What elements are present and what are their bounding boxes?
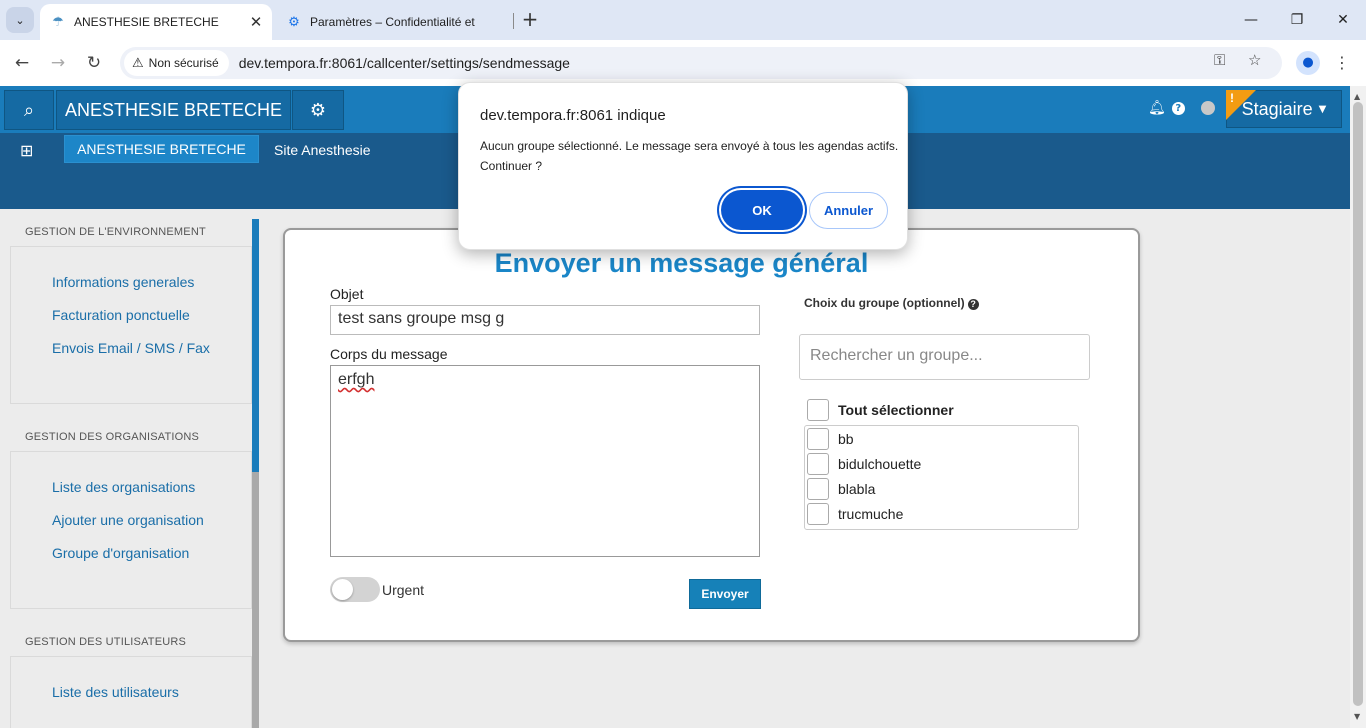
tab-title: Paramètres – Confidentialité et (310, 15, 475, 29)
body-label: Corps du message (330, 346, 448, 362)
sidebar-panel-environment (10, 246, 252, 404)
sidebar-item-envois[interactable]: Envois Email / SMS / Fax (52, 340, 210, 356)
group-choice-text: Choix du groupe (optionnel) (804, 296, 965, 310)
scrollbar-thumb[interactable] (1353, 102, 1363, 706)
sidebar-panel-organisations (10, 451, 252, 609)
sidebar-item-facturation[interactable]: Facturation ponctuelle (52, 307, 190, 323)
browser-address-bar: ← → ↻ ⚠ Non sécurisé dev.tempora.fr:8061… (0, 40, 1366, 86)
select-all-label: Tout sélectionner (838, 402, 954, 418)
sidebar-heading-environment: GESTION DE L'ENVIRONNEMENT (25, 226, 206, 238)
toggle-knob (332, 579, 353, 600)
message-body-text: erfgh (338, 371, 375, 388)
dialog-ok-button[interactable]: OK (721, 190, 803, 230)
restore-icon[interactable]: ❐ (1282, 8, 1312, 32)
group-label-bb: bb (838, 431, 854, 447)
scroll-up-arrow-icon[interactable]: ▲ (1354, 92, 1360, 101)
omnibox[interactable]: ⚠ Non sécurisé dev.tempora.fr:8061/callc… (120, 47, 1282, 79)
sidebar-rail-active (252, 219, 259, 472)
sidebar-item-informations[interactable]: Informations generales (52, 274, 194, 290)
tempora-umbrella-icon: ☂ (52, 14, 64, 29)
send-message-card: Envoyer un message général Objet test sa… (283, 228, 1140, 642)
sidebar-heading-organisations: GESTION DES ORGANISATIONS (25, 431, 200, 443)
sidebar-item-liste-utilisateurs[interactable]: Liste des utilisateurs (52, 684, 179, 700)
group-label-blabla: blabla (838, 481, 876, 497)
url-text[interactable]: dev.tempora.fr:8061/callcenter/settings/… (239, 55, 570, 71)
scroll-down-arrow-icon[interactable]: ▼ (1354, 712, 1360, 721)
select-all-checkbox[interactable] (807, 399, 829, 421)
back-arrow-icon[interactable]: ← (10, 51, 34, 75)
browser-tab-bar: ⌄ ☂ ANESTHESIE BRETECHE ✕ ⚙ Paramètres –… (0, 0, 1366, 40)
group-search-input[interactable]: Rechercher un groupe... (799, 334, 1090, 380)
urgent-label: Urgent (382, 582, 425, 598)
message-body-textarea[interactable]: erfgh (330, 365, 760, 557)
browser-menu-icon[interactable]: ⋮ (1334, 51, 1350, 75)
browser-tab-active[interactable]: ☂ ANESTHESIE BRETECHE ✕ (40, 4, 272, 40)
group-checkbox-trucmuche[interactable] (807, 503, 829, 525)
dialog-cancel-button[interactable]: Annuler (809, 192, 888, 229)
bell-icon[interactable]: 🔔︎ (1148, 100, 1166, 116)
app-title-button[interactable]: ANESTHESIE BRETECHE (56, 90, 291, 130)
group-choice-label: Choix du groupe (optionnel)? (804, 296, 979, 310)
subject-label: Objet (330, 286, 364, 302)
group-label-trucmuche: trucmuche (838, 506, 904, 522)
navbar-icons: 🔔︎ ? (1148, 100, 1215, 116)
urgent-toggle[interactable] (330, 577, 380, 602)
reload-icon[interactable]: ↻ (82, 51, 106, 75)
profile-avatar-icon[interactable]: ● (1296, 51, 1320, 75)
subnav-item-site[interactable]: Site Anesthesie (274, 142, 371, 158)
password-key-icon[interactable]: ⚿ (1214, 51, 1225, 69)
group-checkbox-bidulchouette[interactable] (807, 453, 829, 475)
warning-triangle-icon: ⚠ (132, 55, 144, 71)
tab-search-menu-icon[interactable]: ⌄ (6, 7, 34, 33)
sidebar-item-liste-organisations[interactable]: Liste des organisations (52, 479, 195, 495)
security-label: Non sécurisé (148, 56, 219, 70)
help-circle-icon[interactable]: ? (1171, 101, 1185, 115)
group-checkbox-blabla[interactable] (807, 478, 829, 500)
close-window-icon[interactable]: ✕ (1328, 8, 1358, 32)
subject-input[interactable]: test sans groupe msg g (330, 305, 760, 335)
tab-separator (513, 13, 514, 29)
help-icon[interactable]: ? (967, 299, 979, 310)
new-tab-icon[interactable]: + (518, 8, 542, 32)
caret-down-icon: ▼ (1318, 103, 1327, 115)
dialog-message: Aucun groupe sélectionné. Le message ser… (480, 139, 899, 173)
send-button[interactable]: Envoyer (689, 579, 761, 609)
tab-title: ANESTHESIE BRETECHE (74, 15, 219, 29)
security-chip[interactable]: ⚠ Non sécurisé (124, 50, 229, 76)
sitemap-icon[interactable]: ⊞ (20, 141, 33, 160)
group-checkbox-bb[interactable] (807, 428, 829, 450)
alert-exclamation-icon: ! (1230, 91, 1234, 105)
minimize-icon[interactable]: — (1236, 8, 1266, 32)
subnav-item-organisation[interactable]: ANESTHESIE BRETECHE (64, 135, 259, 163)
confirm-dialog: dev.tempora.fr:8061 indique Aucun groupe… (458, 82, 908, 250)
sidebar-item-ajouter-organisation[interactable]: Ajouter une organisation (52, 512, 204, 528)
sidebar-item-groupe-organisation[interactable]: Groupe d'organisation (52, 545, 189, 561)
bookmark-star-icon[interactable]: ☆ (1248, 51, 1261, 69)
browser-tab-settings[interactable]: ⚙ Paramètres – Confidentialité et (278, 4, 512, 40)
page-title: Envoyer un message général (494, 248, 869, 278)
settings-gears-icon[interactable]: ⚙ (292, 90, 344, 130)
search-icon[interactable]: ⌕ (4, 90, 54, 130)
status-dot-icon (1200, 101, 1215, 115)
tab-close-icon[interactable]: ✕ (246, 13, 266, 31)
forward-arrow-icon[interactable]: → (46, 51, 70, 75)
group-label-bidulchouette: bidulchouette (838, 456, 922, 472)
sidebar-heading-utilisateurs: GESTION DES UTILISATEURS (25, 636, 187, 648)
settings-gear-icon: ⚙ (288, 14, 300, 29)
dialog-title: dev.tempora.fr:8061 indique (480, 107, 666, 124)
